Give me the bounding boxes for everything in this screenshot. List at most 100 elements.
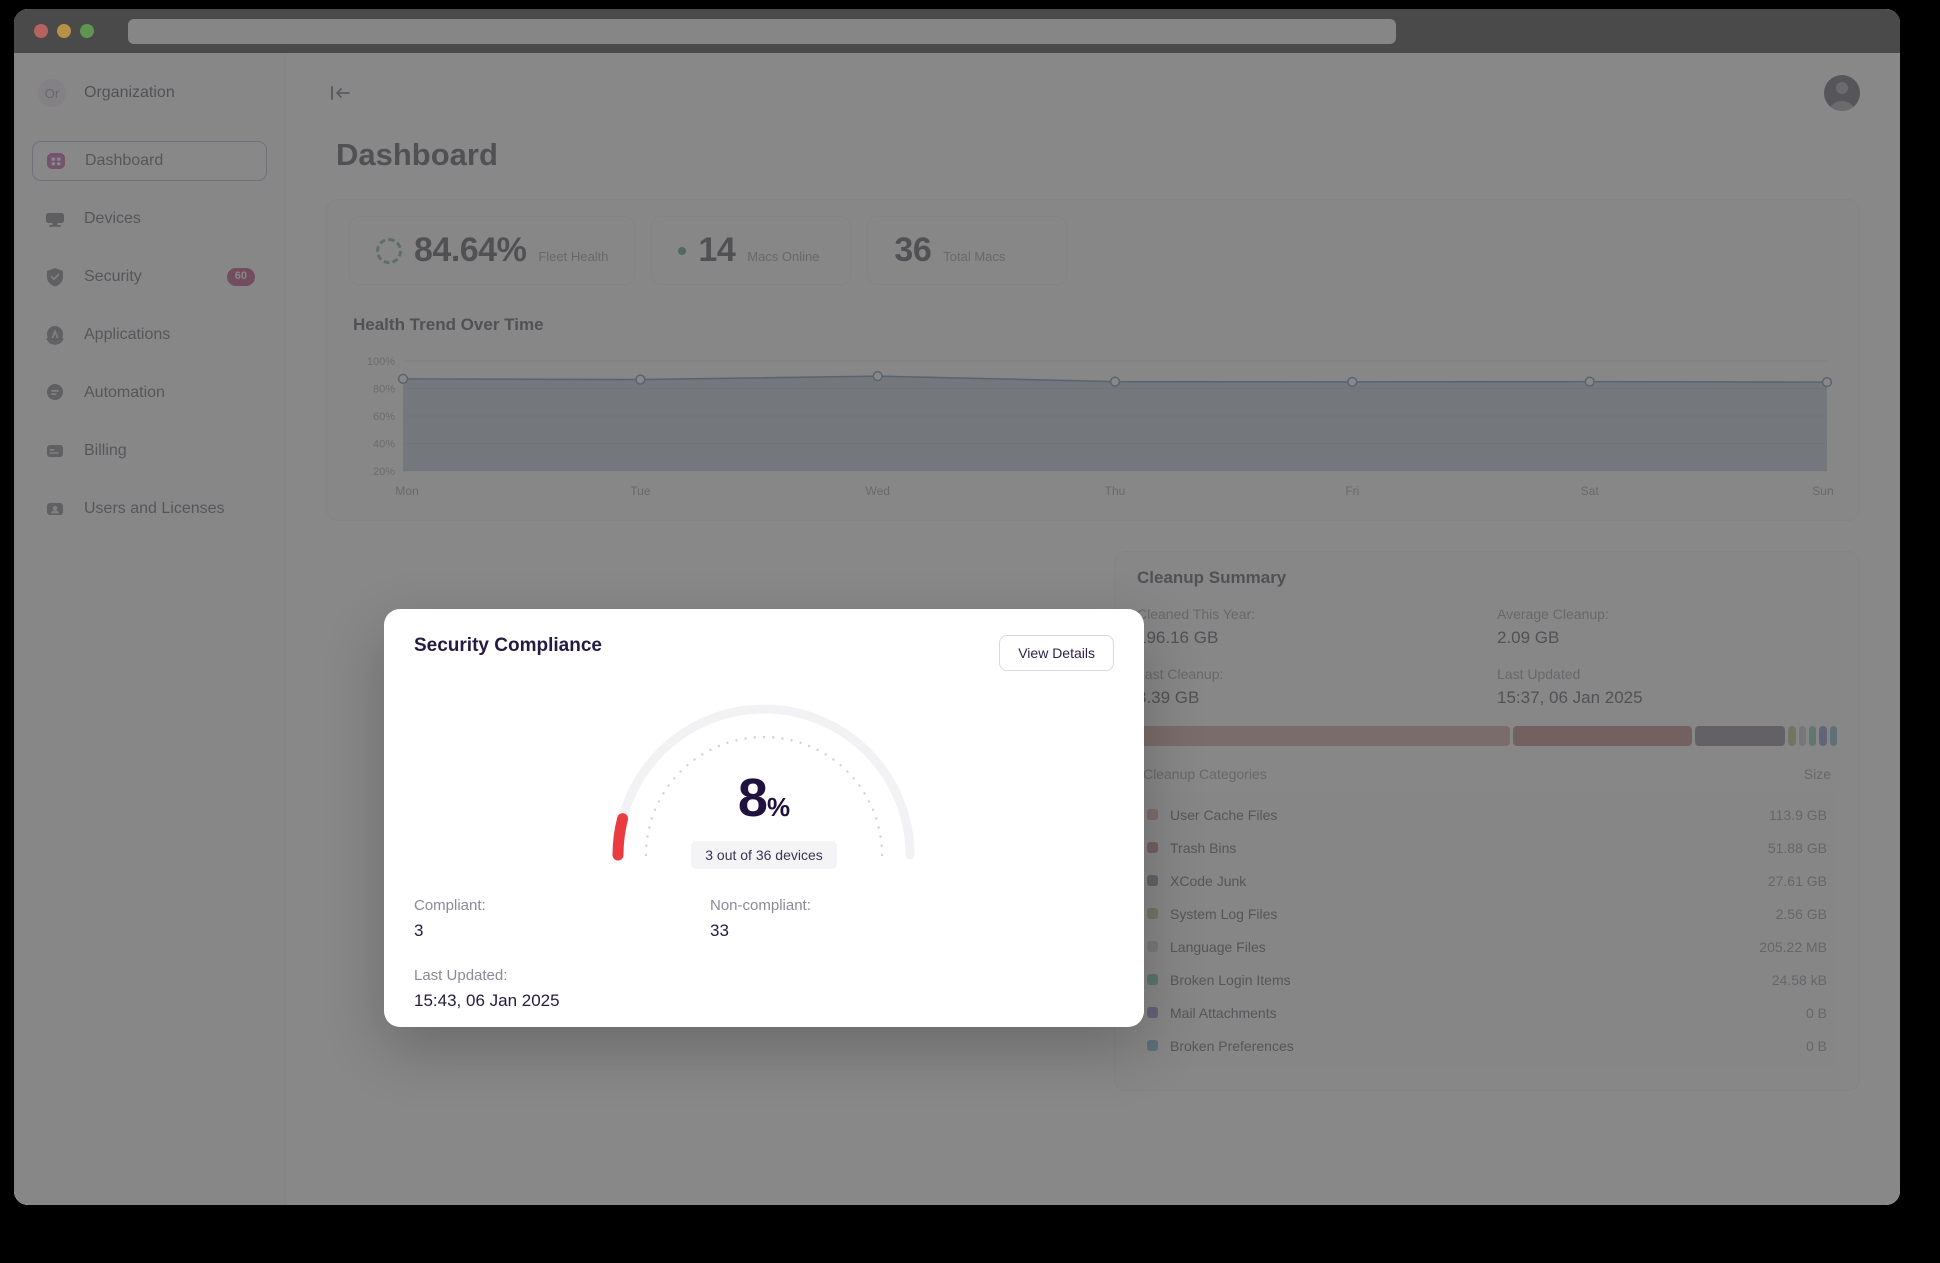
status-badge: 60 (226, 268, 255, 286)
field-label: Last Updated: (414, 967, 508, 984)
sidebar-item-automation[interactable]: Automation (32, 373, 267, 413)
avatar[interactable] (1824, 75, 1860, 111)
sidebar-item-security[interactable]: Security 60 (32, 257, 267, 297)
sidebar-item-applications[interactable]: Applications (32, 315, 267, 355)
kpi-value: 36 (894, 231, 932, 269)
category-size: 205.22 MB (1759, 938, 1827, 955)
category-color-swatch (1147, 809, 1158, 820)
org-avatar: Or (38, 79, 66, 107)
organization-switcher[interactable]: Or Organization (32, 67, 267, 119)
modal-header: Security Compliance View Details (414, 635, 1114, 671)
category-color-swatch (1147, 974, 1158, 985)
security-compliance-modal: Security Compliance View Details 8% 3 ou… (384, 609, 1144, 1027)
cleanup-last-updated: Last Updated 15:37, 06 Jan 2025 (1497, 666, 1837, 708)
stacked-bar-segment (1137, 726, 1511, 746)
address-input[interactable] (128, 18, 1396, 44)
modal-stats: Compliant: 3 Non-compliant: 33 (414, 897, 1114, 941)
health-trend-chart: 100% 80% 60% 40% 20% Mon Tue Wed Thu Fri Sat Sun (355, 353, 1837, 498)
modal-last-updated: Last Updated: 15:43, 06 Jan 2025 (414, 967, 1114, 1011)
kpi-label: Macs Online (747, 249, 820, 264)
sidebar-item-dashboard[interactable]: Dashboard (32, 141, 267, 181)
stacked-bar-segment (1694, 726, 1785, 746)
list-item[interactable]: Trash Bins 51.88 GB (1147, 831, 1827, 864)
collapse-sidebar-icon[interactable] (330, 84, 352, 102)
noncompliant-stat: Non-compliant: 33 (710, 897, 1006, 941)
kpi-value: 14 (698, 231, 736, 269)
close-button[interactable] (34, 24, 48, 38)
list-item[interactable]: System Log Files 2.56 GB (1147, 897, 1827, 930)
view-details-button[interactable]: View Details (999, 635, 1114, 671)
category-color-swatch (1147, 941, 1158, 952)
sidebar-item-label: Automation (84, 384, 165, 401)
list-item[interactable]: Mail Attachments 0 B (1147, 996, 1827, 1029)
category-name: Mail Attachments (1170, 1004, 1277, 1021)
sidebar-item-users-and-licenses[interactable]: Users and Licenses (32, 489, 267, 529)
category-size: 0 B (1805, 1037, 1827, 1054)
sidebar-item-label: Billing (84, 442, 127, 459)
svg-text:Mon: Mon (395, 484, 418, 498)
category-size: 24.58 kB (1771, 971, 1827, 988)
app-window: Or Organization Dashboard Devices Securi… (14, 9, 1900, 1205)
stacked-bar-segment (1513, 726, 1692, 746)
field-value: 3 (414, 921, 424, 940)
cleanup-summary-panel: Cleanup Summary Cleaned This Year: 196.1… (1114, 551, 1860, 1091)
automation-icon (44, 382, 66, 404)
svg-text:80%: 80% (373, 384, 395, 396)
category-size: 2.56 GB (1775, 905, 1827, 922)
sidebar-item-label: Dashboard (85, 152, 164, 169)
gauge-percent-symbol: % (766, 792, 791, 822)
org-name: Organization (84, 84, 175, 101)
last-cleanup: Last Cleanup: 3.39 GB (1137, 666, 1477, 708)
category-color-swatch (1147, 908, 1158, 919)
list-item[interactable]: Broken Login Items 24.58 kB (1147, 963, 1827, 996)
screen: Or Organization Dashboard Devices Securi… (0, 0, 1940, 1263)
category-color-swatch (1147, 1007, 1158, 1018)
category-name: Broken Login Items (1170, 971, 1291, 988)
field-value: 15:37, 06 Jan 2025 (1497, 688, 1643, 707)
users-icon (44, 498, 66, 520)
status-dot-icon (678, 246, 687, 255)
field-label: Compliant: (414, 897, 486, 914)
sidebar-item-devices[interactable]: Devices (32, 199, 267, 239)
gauge-percent-value: 8 (737, 768, 768, 828)
zoom-button[interactable] (80, 24, 94, 38)
gauge-subtitle: 3 out of 36 devices (691, 841, 837, 869)
category-name: System Log Files (1170, 905, 1278, 922)
stacked-bar-segment (1808, 726, 1817, 746)
field-value: 33 (710, 921, 729, 940)
ring-icon (376, 237, 402, 264)
field-label: Last Cleanup: (1137, 666, 1224, 682)
page-title: Dashboard (336, 137, 498, 172)
monitor-icon (44, 208, 66, 230)
stacked-bar-segment (1829, 726, 1838, 746)
sidebar-item-billing[interactable]: Billing (32, 431, 267, 471)
app-icon (44, 324, 66, 346)
cleaned-this-year: Cleaned This Year: 196.16 GB (1137, 606, 1477, 648)
svg-text:Wed: Wed (865, 484, 889, 498)
kpi-row: 84.64% Fleet Health 14 Macs Online 36 To… (349, 216, 1837, 285)
list-item[interactable]: Broken Preferences 0 B (1147, 1029, 1827, 1062)
list-item[interactable]: User Cache Files 113.9 GB (1147, 798, 1827, 831)
svg-text:Thu: Thu (1105, 484, 1126, 498)
field-label: Average Cleanup: (1497, 606, 1609, 622)
cleanup-stats-grid: Cleaned This Year: 196.16 GB Average Cle… (1137, 606, 1837, 708)
chart-title: Health Trend Over Time (353, 315, 544, 334)
minimize-button[interactable] (57, 24, 71, 38)
cleanup-title: Cleanup Summary (1137, 568, 1287, 587)
category-name: User Cache Files (1170, 806, 1278, 823)
category-size: 0 B (1805, 1004, 1827, 1021)
overview-panel: 84.64% Fleet Health 14 Macs Online 36 To… (326, 199, 1860, 521)
size-header-label: Size (1803, 766, 1831, 782)
compliance-gauge: 8% 3 out of 36 devices (414, 675, 1114, 891)
list-item[interactable]: XCode Junk 27.61 GB (1147, 864, 1827, 897)
cleanup-stacked-bar (1137, 726, 1838, 746)
field-value: 2.09 GB (1497, 628, 1560, 647)
kpi-value: 84.64% (414, 231, 527, 269)
svg-text:Tue: Tue (630, 484, 651, 498)
category-size: 27.61 GB (1767, 872, 1827, 889)
field-label: Non-compliant: (710, 897, 811, 914)
category-name: Broken Preferences (1170, 1037, 1294, 1054)
category-name: Trash Bins (1170, 839, 1237, 856)
list-item[interactable]: Language Files 205.22 MB (1147, 930, 1827, 963)
category-color-swatch (1147, 875, 1158, 886)
